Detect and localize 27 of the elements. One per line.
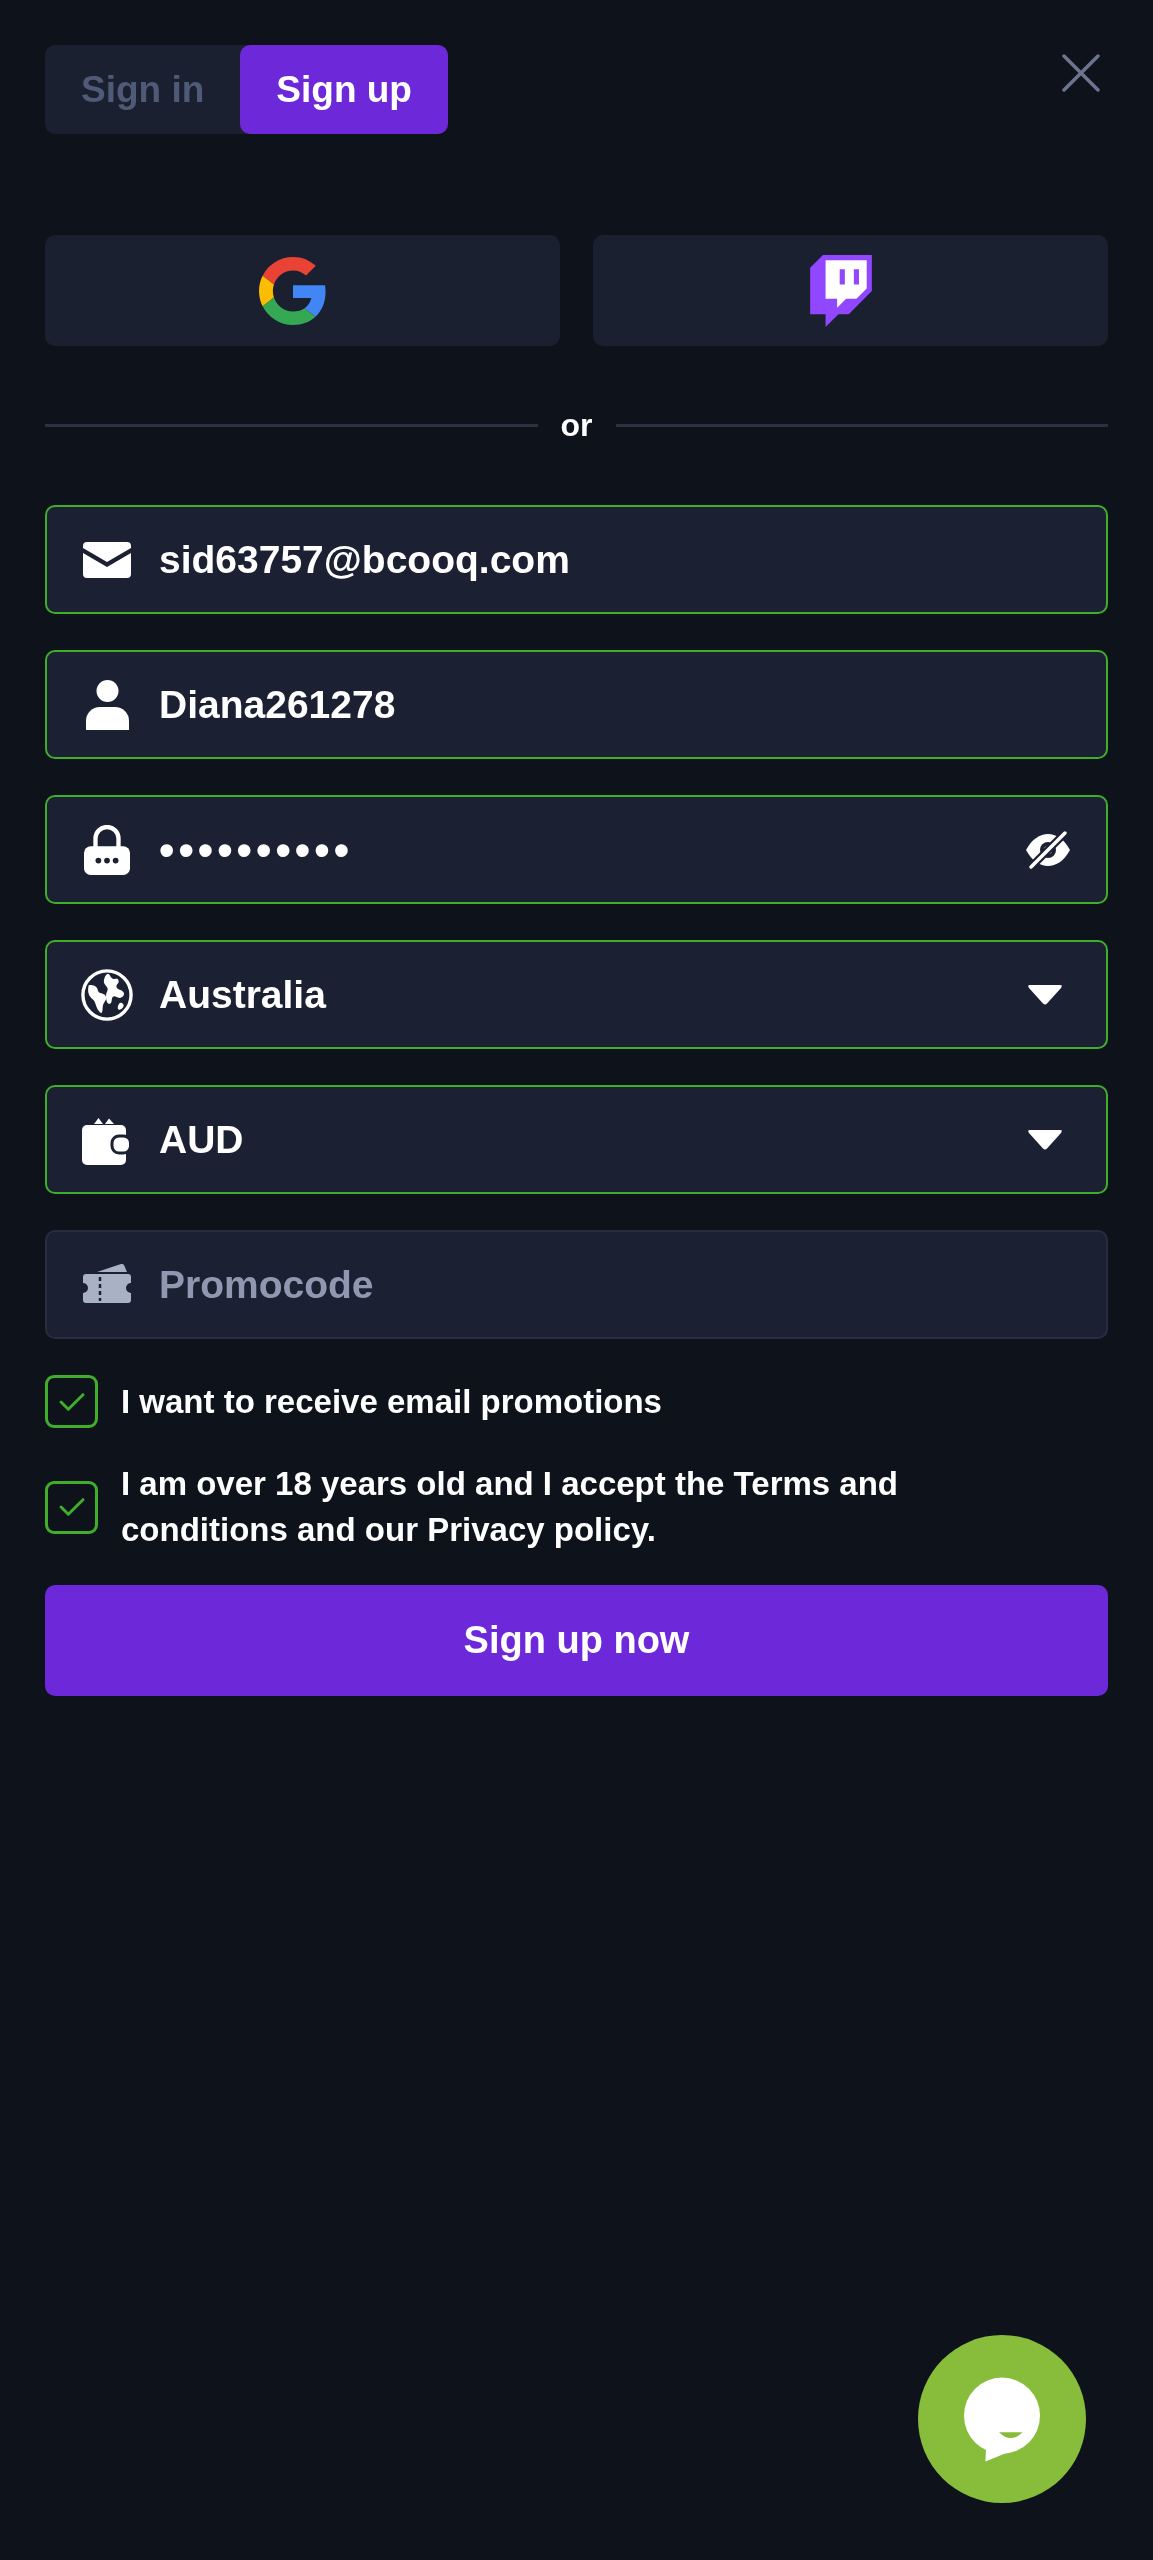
caret-icon (1027, 1129, 1063, 1150)
padlock-icon (84, 824, 130, 875)
caret-icon (1027, 984, 1063, 1005)
sign-up-button[interactable]: Sign up now (45, 1585, 1108, 1696)
close-icon[interactable] (1062, 54, 1100, 92)
user-icon (85, 679, 129, 730)
checkbox-label: I want to receive email promotions (121, 1381, 662, 1422)
promocode-field[interactable]: Promocode (45, 1230, 1108, 1339)
google-logo-icon (258, 256, 327, 325)
checkbox[interactable] (45, 1375, 98, 1428)
social-login-button[interactable] (593, 235, 1108, 346)
globe-icon (81, 968, 133, 1021)
checkmark-icon (57, 1390, 86, 1413)
envelope-icon (83, 541, 131, 578)
checkbox[interactable] (45, 1480, 98, 1534)
country-select[interactable]: Australia (45, 940, 1108, 1049)
checkmark-icon (57, 1496, 86, 1518)
username-field[interactable]: Diana261278 (45, 650, 1108, 759)
password-field[interactable]: •••••••••• (45, 795, 1108, 904)
currency-select[interactable]: AUD (45, 1085, 1108, 1194)
eye-slash-icon[interactable] (1024, 829, 1072, 870)
tab[interactable]: Sign up (240, 45, 448, 134)
checkbox-label: I am over 18 years old and I accept the Terms and conditions and our Privacy policy. (121, 1464, 900, 1550)
twitch-logo-icon (809, 254, 872, 327)
divider-label: or (560, 406, 593, 445)
email-field[interactable]: sid63757@bcooq.com (45, 505, 1108, 614)
chat-bubble-icon (963, 2376, 1041, 2462)
